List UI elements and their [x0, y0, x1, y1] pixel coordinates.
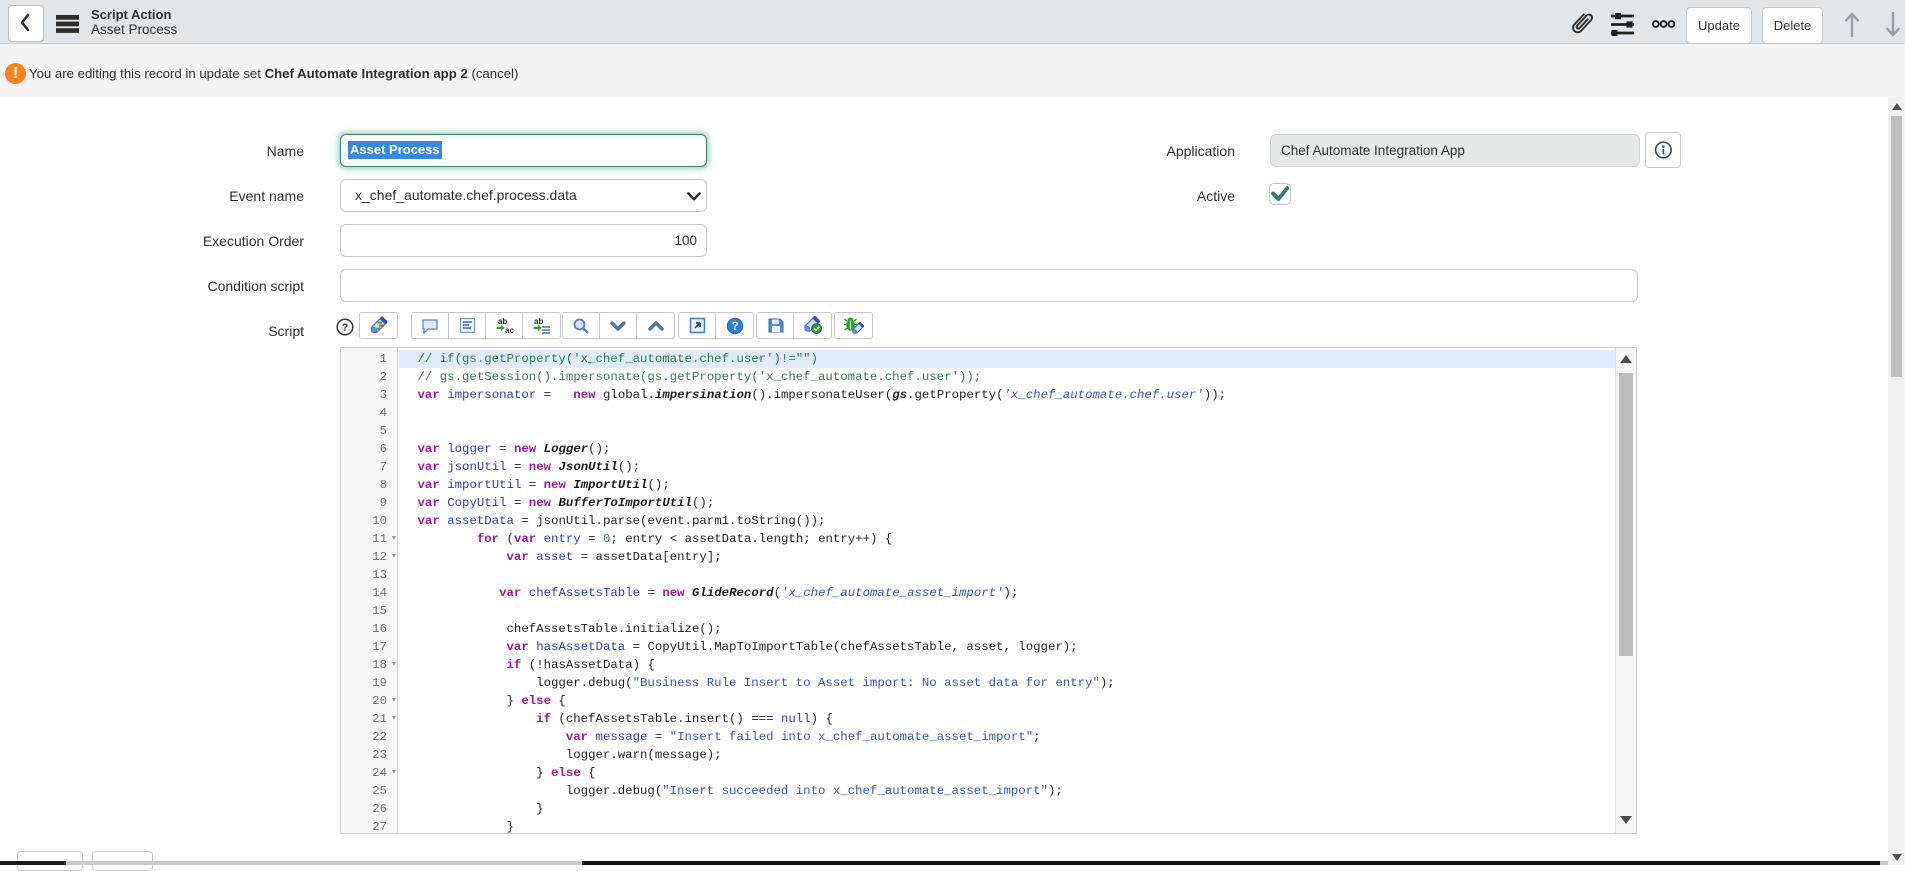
svg-text:ac: ac [505, 326, 514, 335]
svg-text:?: ? [731, 321, 738, 333]
svg-text:ab: ab [498, 317, 507, 326]
svg-text:ab: ab [534, 317, 543, 326]
svg-text:?: ? [342, 322, 349, 334]
